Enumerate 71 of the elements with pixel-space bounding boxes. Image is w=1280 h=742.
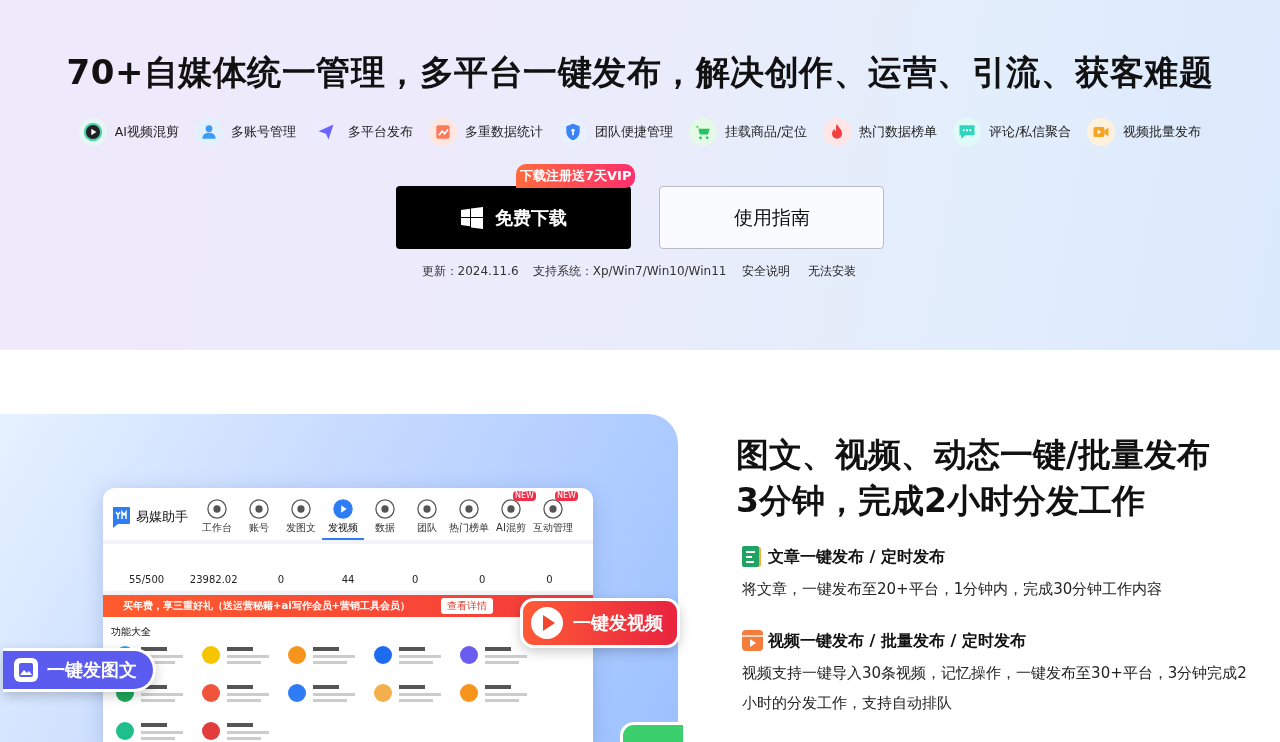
play-icon [333, 499, 353, 519]
app-name: 易媒助手 [136, 508, 188, 526]
info-text: 支持系统：Xp/Win7/Win10/Win11 [532, 263, 727, 280]
feature-icon [311, 118, 340, 146]
nav-icon [543, 499, 563, 519]
publish-image-button[interactable]: 一键发图文 [3, 648, 156, 692]
nav-tab[interactable]: 热门榜单 [448, 498, 490, 540]
feature-icon [1087, 118, 1116, 146]
nav-icon [417, 499, 437, 519]
feature-label: 多账号管理 [230, 123, 296, 141]
details-button[interactable]: 查看详情 [441, 598, 493, 614]
guide-button[interactable]: 使用指南 [659, 186, 884, 249]
publish-video-button[interactable]: 一键发视频 [520, 598, 680, 648]
feature-label: 评论/私信聚合 [989, 123, 1072, 141]
stat-value: 0 [276, 574, 286, 585]
feature-icon [953, 118, 982, 146]
action-button[interactable] [620, 722, 683, 742]
stat-value: 0 [545, 574, 554, 585]
image-icon [13, 657, 39, 683]
section-title: 功能大全 [111, 625, 151, 639]
nav-tab[interactable]: AI混剪 [490, 498, 532, 540]
nav-icon [207, 499, 227, 519]
nav-icon [501, 499, 521, 519]
feature-label: 多平台发布 [347, 123, 413, 141]
stat-value: 55/500 [127, 574, 166, 585]
feature-icon [78, 118, 107, 146]
nav-tab[interactable]: 账号 [238, 498, 280, 540]
feature-label: AI视频混剪 [114, 123, 179, 141]
stat-value: 23982.02 [188, 574, 239, 585]
app-logo-icon [111, 506, 131, 528]
info-link[interactable]: 安全说明 [740, 263, 793, 280]
nav-tab[interactable]: 发视频 [322, 498, 364, 540]
new-badge: NEW [555, 491, 578, 501]
windows-icon [460, 206, 483, 229]
nav-tab[interactable]: 团队 [406, 498, 448, 540]
feature-icon [823, 118, 852, 146]
stat-value: 0 [410, 574, 420, 585]
block-title: 视频一键发布 / 批量发布 / 定时发布 [768, 630, 1026, 652]
nav-tab[interactable]: 数据 [364, 498, 406, 540]
nav-tab[interactable]: 互动管理 [532, 498, 574, 540]
nav-tab[interactable]: 工作台 [196, 498, 238, 540]
stat-value: 0 [478, 574, 487, 585]
document-icon [742, 546, 764, 568]
nav-tab[interactable]: 发图文 [280, 498, 322, 540]
feature-label: 多重数据统计 [464, 123, 543, 141]
nav-icon [459, 499, 479, 519]
promo-text: 买年费，享三重好礼（送运营秘籍+ai写作会员+营销工具会员） [123, 599, 410, 613]
block-title: 文章一键发布 / 定时发布 [768, 546, 945, 568]
page-title: 70+自媒体统一管理，多平台一键发布，解决创作、运营、引流、获客难题 [65, 51, 1215, 94]
feature-icon [428, 118, 457, 146]
nav-icon [249, 499, 269, 519]
feature-label: 热门数据榜单 [859, 123, 938, 141]
play-icon [529, 605, 565, 641]
feature-label: 挂载商品/定位 [724, 123, 808, 141]
block-text: 将文章，一键发布至20+平台，1分钟内，完成30分钟工作内容 [742, 579, 1164, 600]
feature-icon [688, 118, 717, 146]
block-text: 视频支持一键导入30条视频，记忆操作，一键发布至30+平台，3分钟完成2小时的分发工作，支持自动排队 [742, 663, 1248, 714]
info-text: 更新：2024.11.6 [421, 263, 519, 280]
download-button[interactable]: 免费下载 [396, 186, 631, 249]
stat-value: 44 [340, 574, 356, 585]
feature-label: 团队便捷管理 [594, 123, 673, 141]
feature-icon [558, 118, 587, 146]
new-badge: NEW [513, 491, 536, 501]
section-heading: 图文、视频、动态一键/批量发布 3分钟，完成2小时分发工作 [736, 434, 1212, 522]
promo-badge: 下载注册送7天VIP [516, 164, 636, 188]
info-link[interactable]: 无法安装 [806, 263, 859, 280]
feature-label: 视频批量发布 [1123, 123, 1202, 141]
video-icon [742, 630, 764, 652]
nav-icon [291, 499, 311, 519]
feature-icon [194, 118, 223, 146]
nav-icon [375, 499, 395, 519]
